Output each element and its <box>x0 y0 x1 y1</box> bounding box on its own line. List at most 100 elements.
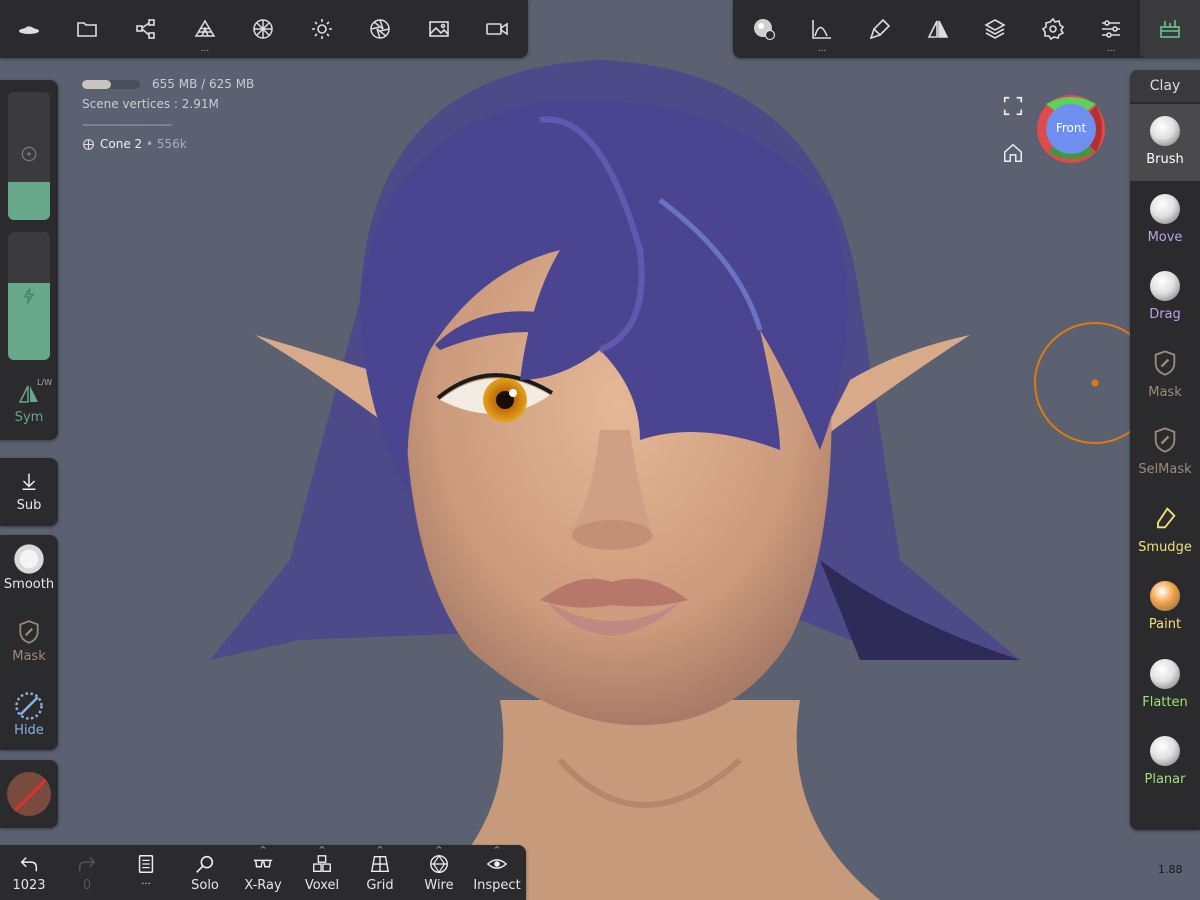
xray-options-caret[interactable]: ^ <box>260 845 267 854</box>
history-button[interactable]: ... <box>117 845 175 900</box>
planar-tool-label: Planar <box>1144 772 1186 787</box>
tool-drag[interactable]: Drag <box>1130 259 1200 336</box>
topology-icon[interactable]: ... <box>176 0 234 58</box>
undo-button[interactable]: 1023 <box>0 845 58 900</box>
hide-tool[interactable]: Hide <box>0 685 58 750</box>
smooth-tool[interactable]: Smooth <box>0 535 58 605</box>
grid-icon <box>370 855 390 873</box>
scene-tree-icon[interactable] <box>117 0 175 58</box>
folder-icon[interactable] <box>58 0 116 58</box>
tool-paint[interactable]: Paint <box>1130 569 1200 646</box>
home-view-icon[interactable] <box>1002 142 1024 164</box>
mask-brush-icon <box>1151 349 1179 379</box>
voxel-button[interactable]: ^ Voxel <box>293 845 351 900</box>
hide-dots-icon <box>15 692 43 720</box>
voxel-label: Voxel <box>304 878 340 893</box>
history-book-icon <box>138 855 154 873</box>
light-icon[interactable] <box>293 0 351 58</box>
inspect-options-caret[interactable]: ^ <box>494 845 501 854</box>
tools-toolbar: ... ... <box>733 0 1200 58</box>
video-icon[interactable] <box>468 0 526 58</box>
redo-icon <box>78 857 96 872</box>
brush-tool-label: Brush <box>1146 152 1184 167</box>
mask-shield-icon <box>19 620 39 644</box>
arrow-down-icon <box>22 473 36 490</box>
grid-button[interactable]: ^ Grid <box>351 845 409 900</box>
mask-tool[interactable]: Mask <box>0 611 58 681</box>
smudge-tool-label: Smudge <box>1138 539 1192 555</box>
wire-label: Wire <box>424 878 454 893</box>
sub-button[interactable]: Sub <box>0 458 58 526</box>
redo-count: 0 <box>82 878 92 893</box>
app-logo-icon[interactable] <box>0 0 58 58</box>
selmask-tool-label: SelMask <box>1138 462 1192 477</box>
drag-brush-icon <box>1150 271 1180 301</box>
solo-label: Solo <box>191 878 219 893</box>
planar-brush-icon <box>1150 736 1180 766</box>
inspect-button[interactable]: ^ Inspect <box>468 845 526 900</box>
move-tool-label: Move <box>1147 229 1183 245</box>
brush-settings-icon[interactable] <box>735 0 793 58</box>
sub-panel: Sub <box>0 458 58 526</box>
mask-label: Mask <box>12 649 46 664</box>
tool-flatten[interactable]: Flatten <box>1130 647 1200 724</box>
material-color-swatch[interactable] <box>7 772 51 816</box>
drag-tool-label: Drag <box>1149 307 1181 322</box>
intensity-lightning-icon <box>23 288 35 304</box>
smudge-brush-icon <box>1151 504 1179 534</box>
view-cube-label: Front <box>1055 121 1087 135</box>
wireframe-icon <box>430 854 448 874</box>
undo-count: 1023 <box>12 878 46 893</box>
brush-sliders-panel: Sym L/W <box>0 80 58 440</box>
tool-brush[interactable]: Brush <box>1130 104 1200 181</box>
toolbox-icon[interactable] <box>1140 0 1200 58</box>
tool-planar[interactable]: Planar <box>1130 724 1200 801</box>
wire-button[interactable]: ^ Wire <box>410 845 468 900</box>
sym-badge: L/W <box>36 378 52 387</box>
radius-slider[interactable] <box>8 92 50 220</box>
sym-label: Sym <box>14 410 44 425</box>
selmask-brush-icon <box>1151 426 1179 456</box>
active-object-vertex-count: • 556k <box>146 137 187 151</box>
voxel-options-caret[interactable]: ^ <box>319 845 326 854</box>
redo-button[interactable]: 0 <box>58 845 116 900</box>
sym-toggle[interactable]: Sym L/W <box>0 372 58 432</box>
radius-icon <box>21 146 37 162</box>
wire-options-caret[interactable]: ^ <box>436 845 443 854</box>
fullscreen-icon[interactable] <box>1002 95 1024 117</box>
color-swatch-panel <box>0 760 58 828</box>
material-sphere-icon[interactable] <box>234 0 292 58</box>
info-separator: ------------------------------ <box>82 117 172 131</box>
smooth-label: Smooth <box>3 577 55 592</box>
mask-tool-label: Mask <box>1148 384 1182 400</box>
object-sphere-icon <box>83 138 94 150</box>
tool-selmask[interactable]: SelMask <box>1130 414 1200 491</box>
symmetry-icon[interactable] <box>909 0 967 58</box>
intensity-slider[interactable] <box>8 232 50 360</box>
tool-move[interactable]: Move <box>1130 182 1200 259</box>
brush-brush-icon <box>1150 116 1180 146</box>
history-more: ... <box>141 876 151 887</box>
main-toolbar: ... <box>0 0 528 58</box>
tool-category-header[interactable]: Clay <box>1130 70 1200 102</box>
grid-options-caret[interactable]: ^ <box>377 845 384 854</box>
image-icon[interactable] <box>410 0 468 58</box>
memory-usage-bar <box>82 79 140 89</box>
voxel-cubes-icon <box>313 855 331 873</box>
tool-mask[interactable]: Mask <box>1130 337 1200 414</box>
sliders-icon[interactable]: ... <box>1082 0 1140 58</box>
active-object-row[interactable]: Cone 2 • 556k <box>82 134 254 154</box>
grid-label: Grid <box>366 878 394 893</box>
paint-dropper-icon[interactable] <box>851 0 909 58</box>
stroke-curve-icon[interactable]: ... <box>793 0 851 58</box>
solo-button[interactable]: Solo <box>176 845 234 900</box>
smooth-brush-icon <box>14 544 44 574</box>
xray-button[interactable]: ^ X-Ray <box>234 845 292 900</box>
scene-info: 655 MB / 625 MB Scene vertices : 2.91M -… <box>82 74 254 154</box>
view-cube[interactable]: Front <box>1036 94 1106 164</box>
search-icon <box>196 855 214 873</box>
tool-smudge[interactable]: Smudge <box>1130 492 1200 569</box>
settings-gear-icon[interactable] <box>1024 0 1082 58</box>
layers-icon[interactable] <box>966 0 1024 58</box>
camera-aperture-icon[interactable] <box>351 0 409 58</box>
